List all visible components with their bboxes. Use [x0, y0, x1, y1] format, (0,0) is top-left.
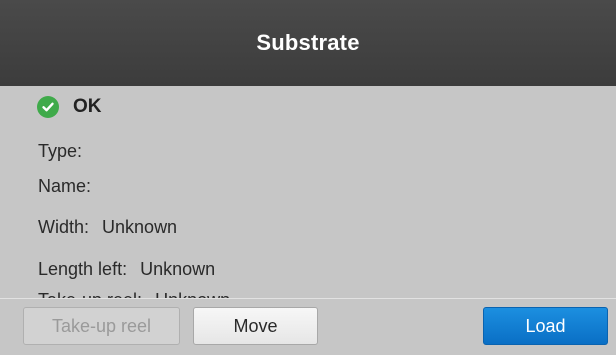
length-left-row: Length left: Unknown [38, 259, 215, 280]
take-up-reel-label: Take-up reel: [38, 290, 142, 298]
length-left-value: Unknown [140, 259, 216, 279]
take-up-reel-row: Take-up reel: Unknown [38, 290, 230, 298]
status-row: OK [37, 92, 102, 122]
page-title: Substrate [256, 30, 360, 55]
take-up-reel-value: Unknown [155, 290, 230, 298]
width-value: Unknown [102, 217, 178, 237]
button-bar: Take-up reel Move Load [0, 298, 616, 355]
status-text: OK [73, 96, 102, 117]
check-circle-icon [37, 96, 59, 118]
load-button[interactable]: Load [483, 307, 608, 345]
length-left-label: Length left: [38, 259, 128, 279]
type-row: Type: [38, 141, 90, 162]
name-label: Name: [38, 176, 92, 196]
type-label: Type: [38, 141, 83, 161]
width-row: Width: Unknown [38, 217, 177, 238]
width-label: Width: [38, 217, 90, 237]
title-bar: Substrate [0, 0, 616, 86]
name-row: Name: [38, 176, 99, 197]
move-button[interactable]: Move [193, 307, 318, 345]
take-up-reel-button[interactable]: Take-up reel [23, 307, 180, 345]
substrate-info-panel[interactable]: OK Type: Name: Width: Unknown Length lef… [0, 86, 616, 298]
